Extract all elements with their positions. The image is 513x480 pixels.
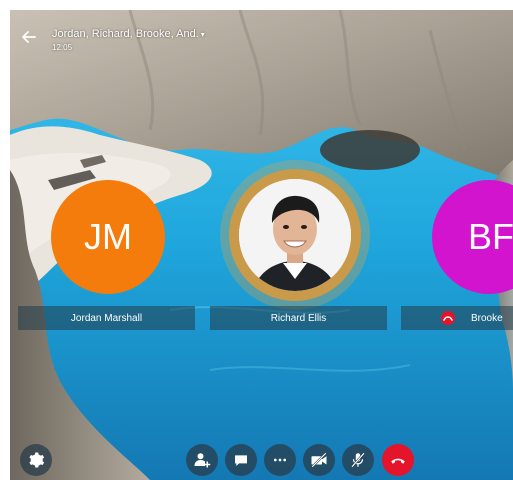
participant-name: Richard Ellis <box>270 312 327 324</box>
chat-button[interactable] <box>225 444 257 476</box>
participant-name: Brooke <box>471 312 503 324</box>
add-participant-button[interactable] <box>186 444 218 476</box>
avatar-initials: JM <box>84 216 132 257</box>
participant-name-plate: Jordan Marshall <box>18 306 195 330</box>
video-toggle-button[interactable] <box>303 444 335 476</box>
end-call-button[interactable] <box>382 444 414 476</box>
video-off-icon <box>311 452 327 468</box>
mic-toggle-button[interactable] <box>342 444 374 476</box>
back-button[interactable] <box>18 28 40 46</box>
more-options-button[interactable] <box>264 444 296 476</box>
participant-avatar-jm[interactable]: JM <box>51 180 165 294</box>
chat-icon <box>235 455 247 466</box>
gear-icon <box>29 452 45 468</box>
muted-icon <box>441 311 455 325</box>
conversation-title-text: Jordan, Richard, Brooke, And. <box>52 28 199 40</box>
mic-off-icon <box>351 452 365 468</box>
avatar-initials: BF <box>468 216 513 257</box>
call-time: 12:05 <box>52 43 73 52</box>
more-icon <box>274 458 286 462</box>
back-arrow-icon <box>22 31 36 43</box>
add-person-icon <box>194 453 211 468</box>
chevron-down-icon: ▾ <box>200 30 205 39</box>
conversation-title[interactable]: Jordan, Richard, Brooke, And. ▾ <box>52 28 205 40</box>
participant-name-plate: Richard Ellis <box>210 306 387 330</box>
participant-name: Jordan Marshall <box>70 312 143 324</box>
call-window: Jordan, Richard, Brooke, And. ▾ 12:05 JM … <box>0 0 513 480</box>
participant-photo-richard[interactable] <box>239 179 351 291</box>
participant-name-plate: Brooke <box>401 306 513 330</box>
person-photo-icon <box>239 179 351 291</box>
call-stage: Jordan, Richard, Brooke, And. ▾ 12:05 JM … <box>10 10 513 480</box>
end-call-icon <box>391 458 405 464</box>
settings-button[interactable] <box>20 444 52 476</box>
